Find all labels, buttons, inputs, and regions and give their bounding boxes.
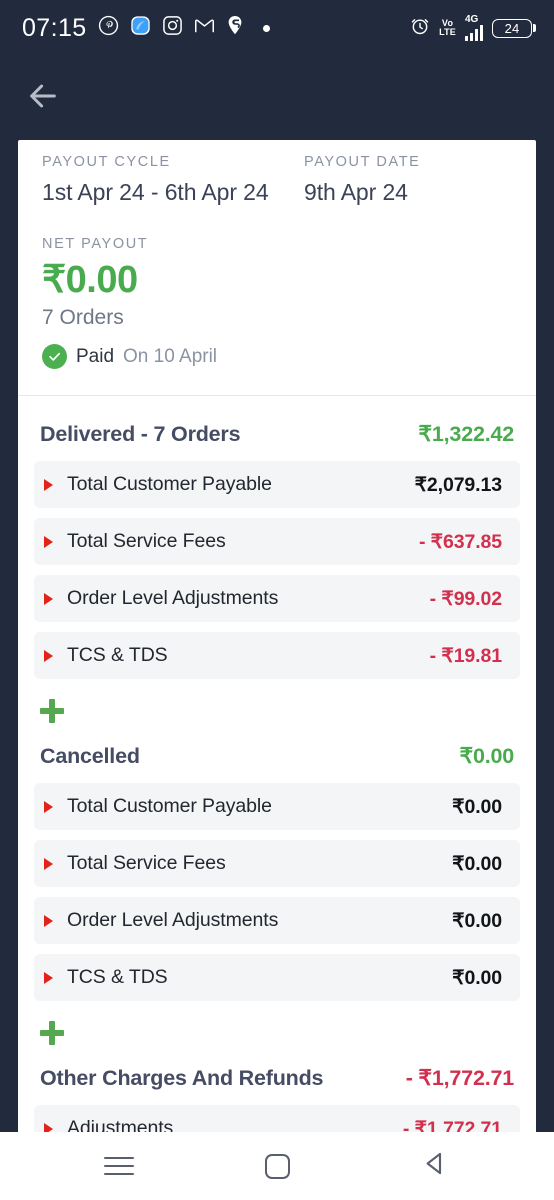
recents-button[interactable] bbox=[89, 1142, 149, 1190]
breakdown-row[interactable]: Total Customer Payable ₹2,079.13 bbox=[34, 461, 520, 508]
status-bar-left: 07:15 bbox=[22, 14, 270, 43]
chevron-right-icon[interactable] bbox=[44, 971, 53, 984]
row-amount: - ₹19.81 bbox=[429, 644, 502, 667]
status-bar-right: Vo LTE 4G 24 bbox=[410, 15, 536, 41]
row-label: Total Customer Payable bbox=[67, 473, 272, 495]
breakdown-row[interactable]: Total Service Fees - ₹637.85 bbox=[34, 518, 520, 565]
row-label: TCS & TDS bbox=[67, 966, 168, 988]
status-date: On 10 April bbox=[123, 345, 218, 367]
nav-back-button[interactable] bbox=[405, 1142, 465, 1190]
system-nav-bar bbox=[0, 1132, 554, 1200]
payout-meta-row: PAYOUT CYCLE 1st Apr 24 - 6th Apr 24 PAY… bbox=[42, 154, 512, 206]
group-header: Other Charges And Refunds - ₹1,772.71 bbox=[34, 1058, 520, 1105]
breakdown-group-cancelled: Cancelled ₹0.00 Total Customer Payable ₹… bbox=[34, 736, 520, 1056]
plus-icon[interactable] bbox=[40, 699, 64, 723]
pinterest-icon bbox=[98, 15, 119, 41]
row-label: Order Level Adjustments bbox=[67, 909, 279, 931]
swiggy-pin-icon bbox=[226, 15, 244, 41]
gmail-icon bbox=[194, 15, 215, 41]
status-bar: 07:15 Vo LTE 4G 24 bbox=[0, 0, 554, 56]
expand-group-button[interactable] bbox=[34, 1011, 520, 1056]
net-payout-block: NET PAYOUT ₹0.00 7 Orders Paid On 10 Apr… bbox=[42, 236, 512, 369]
payout-cycle-block: PAYOUT CYCLE 1st Apr 24 - 6th Apr 24 bbox=[42, 154, 304, 206]
row-amount: ₹0.00 bbox=[452, 966, 502, 989]
check-circle-icon bbox=[42, 344, 67, 369]
row-amount: ₹0.00 bbox=[452, 852, 502, 875]
battery-level: 24 bbox=[492, 18, 532, 38]
group-header: Delivered - 7 Orders ₹1,322.42 bbox=[34, 414, 520, 461]
row-amount: - ₹1,772.71 bbox=[402, 1117, 502, 1133]
row-label: Order Level Adjustments bbox=[67, 587, 279, 609]
status-text: Paid bbox=[76, 345, 115, 367]
row-label: TCS & TDS bbox=[67, 644, 168, 666]
group-amount: - ₹1,772.71 bbox=[405, 1066, 515, 1090]
group-title: Other Charges And Refunds bbox=[40, 1066, 324, 1090]
payout-breakdown: Delivered - 7 Orders ₹1,322.42 Total Cus… bbox=[18, 396, 536, 1132]
row-amount: ₹2,079.13 bbox=[414, 473, 503, 496]
breakdown-group-delivered: Delivered - 7 Orders ₹1,322.42 Total Cus… bbox=[34, 414, 520, 734]
payout-card: PAYOUT CYCLE 1st Apr 24 - 6th Apr 24 PAY… bbox=[18, 140, 536, 1132]
arrow-left-icon bbox=[26, 79, 60, 118]
payout-cycle-value: 1st Apr 24 - 6th Apr 24 bbox=[42, 179, 269, 205]
group-title: Cancelled bbox=[40, 744, 140, 768]
battery-icon: 24 bbox=[492, 18, 536, 38]
breakdown-row[interactable]: Order Level Adjustments ₹0.00 bbox=[34, 897, 520, 944]
chevron-right-icon[interactable] bbox=[44, 649, 53, 662]
row-amount: ₹0.00 bbox=[452, 795, 502, 818]
group-title: Delivered - 7 Orders bbox=[40, 422, 241, 446]
instagram-icon bbox=[162, 15, 183, 41]
row-amount: - ₹637.85 bbox=[418, 530, 502, 553]
row-label: Total Service Fees bbox=[67, 852, 226, 874]
breakdown-group-other-charges: Other Charges And Refunds - ₹1,772.71 Ad… bbox=[34, 1058, 520, 1132]
recents-icon bbox=[104, 1157, 134, 1175]
payout-cycle-label: PAYOUT CYCLE bbox=[42, 154, 171, 170]
expand-group-button[interactable] bbox=[34, 689, 520, 734]
chevron-right-icon[interactable] bbox=[44, 800, 53, 813]
payout-summary: PAYOUT CYCLE 1st Apr 24 - 6th Apr 24 PAY… bbox=[18, 140, 536, 395]
net-payout-label: NET PAYOUT bbox=[42, 236, 149, 252]
alarm-icon bbox=[410, 16, 430, 41]
volte-icon: Vo LTE bbox=[439, 18, 456, 37]
group-amount: ₹1,322.42 bbox=[418, 422, 514, 446]
plus-icon[interactable] bbox=[40, 1021, 64, 1045]
row-label: Total Service Fees bbox=[67, 530, 226, 552]
chevron-right-icon[interactable] bbox=[44, 914, 53, 927]
payout-date-value: 9th Apr 24 bbox=[304, 179, 408, 205]
breakdown-row[interactable]: TCS & TDS ₹0.00 bbox=[34, 954, 520, 1001]
chevron-right-icon[interactable] bbox=[44, 592, 53, 605]
chevron-right-icon[interactable] bbox=[44, 535, 53, 548]
app-bar bbox=[0, 56, 554, 140]
net-payout-amount: ₹0.00 bbox=[42, 259, 138, 301]
chevron-right-icon[interactable] bbox=[44, 857, 53, 870]
payout-scroll-area[interactable]: PAYOUT CYCLE 1st Apr 24 - 6th Apr 24 PAY… bbox=[0, 140, 554, 1132]
breakdown-row[interactable]: Total Service Fees ₹0.00 bbox=[34, 840, 520, 887]
row-label: Adjustments bbox=[67, 1117, 174, 1132]
phone-screen: 07:15 Vo LTE 4G 24 PAYOUT CYCLE 1st Apr … bbox=[0, 0, 554, 1200]
orders-count: 7 Orders bbox=[42, 306, 124, 329]
chevron-right-icon[interactable] bbox=[44, 478, 53, 491]
app-blue-icon bbox=[130, 15, 151, 41]
payout-date-label: PAYOUT DATE bbox=[304, 154, 421, 170]
row-label: Total Customer Payable bbox=[67, 795, 272, 817]
breakdown-row[interactable]: Adjustments - ₹1,772.71 bbox=[34, 1105, 520, 1132]
breakdown-row[interactable]: Total Customer Payable ₹0.00 bbox=[34, 783, 520, 830]
breakdown-row[interactable]: Order Level Adjustments - ₹99.02 bbox=[34, 575, 520, 622]
row-amount: - ₹99.02 bbox=[429, 587, 502, 610]
status-clock: 07:15 bbox=[22, 13, 87, 42]
home-icon bbox=[264, 1153, 290, 1179]
group-amount: ₹0.00 bbox=[459, 744, 514, 768]
row-amount: ₹0.00 bbox=[452, 909, 502, 932]
back-button[interactable] bbox=[22, 77, 64, 119]
signal-icon: 4G bbox=[465, 15, 483, 41]
home-button[interactable] bbox=[247, 1142, 307, 1190]
payout-date-block: PAYOUT DATE 9th Apr 24 bbox=[304, 154, 420, 206]
status-badge: Paid On 10 April bbox=[42, 344, 512, 369]
dot-icon bbox=[262, 24, 270, 32]
chevron-right-icon[interactable] bbox=[44, 1122, 53, 1132]
breakdown-row[interactable]: TCS & TDS - ₹19.81 bbox=[34, 632, 520, 679]
back-triangle-icon bbox=[422, 1150, 449, 1182]
group-header: Cancelled ₹0.00 bbox=[34, 736, 520, 783]
